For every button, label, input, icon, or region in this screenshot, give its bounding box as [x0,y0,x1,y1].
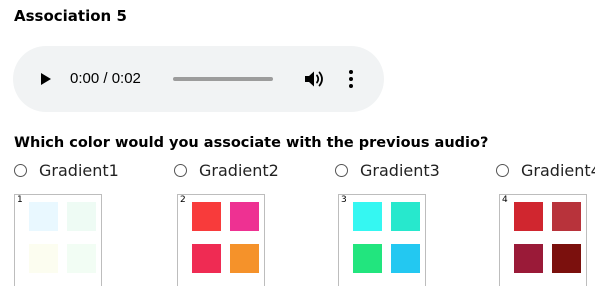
play-icon[interactable] [41,73,51,85]
section-heading: Association 5 [14,7,127,25]
color-swatch [353,202,382,231]
radio-gradient2[interactable] [174,164,187,177]
swatch-card-gradient3: 3 [338,194,426,286]
color-swatch [552,202,581,231]
color-swatch [192,202,221,231]
color-swatch [552,244,581,273]
audio-player: 0:00 / 0:02 [13,46,384,112]
radio-gradient1[interactable] [14,164,27,177]
color-swatch [29,244,58,273]
option-label: Gradient1 [39,161,119,180]
question-text: Which color would you associate with the… [14,135,489,151]
color-swatch [353,244,382,273]
swatch-card-gradient2: 2 [177,194,265,286]
color-swatch [29,202,58,231]
swatch-number: 1 [17,195,23,205]
color-swatch [391,202,420,231]
radio-gradient3[interactable] [335,164,348,177]
color-swatch [67,244,96,273]
color-swatch [514,202,543,231]
time-display: 0:00 / 0:02 [70,70,141,87]
option-label: Gradient2 [199,161,279,180]
swatch-number: 3 [341,195,347,205]
color-swatch [514,244,543,273]
color-swatch [230,202,259,231]
color-swatch [67,202,96,231]
swatch-card-gradient1: 1 [14,194,102,286]
swatch-number: 4 [502,195,508,205]
radio-gradient4[interactable] [496,164,509,177]
option-label: Gradient3 [360,161,440,180]
option-label: Gradient4 [521,161,595,180]
progress-bar[interactable] [173,77,273,81]
swatch-card-gradient4: 4 [499,194,587,286]
more-options-icon[interactable] [346,69,356,89]
volume-icon[interactable] [304,70,326,88]
color-swatch [192,244,221,273]
color-swatch [230,244,259,273]
color-swatch [391,244,420,273]
swatch-number: 2 [180,195,186,205]
